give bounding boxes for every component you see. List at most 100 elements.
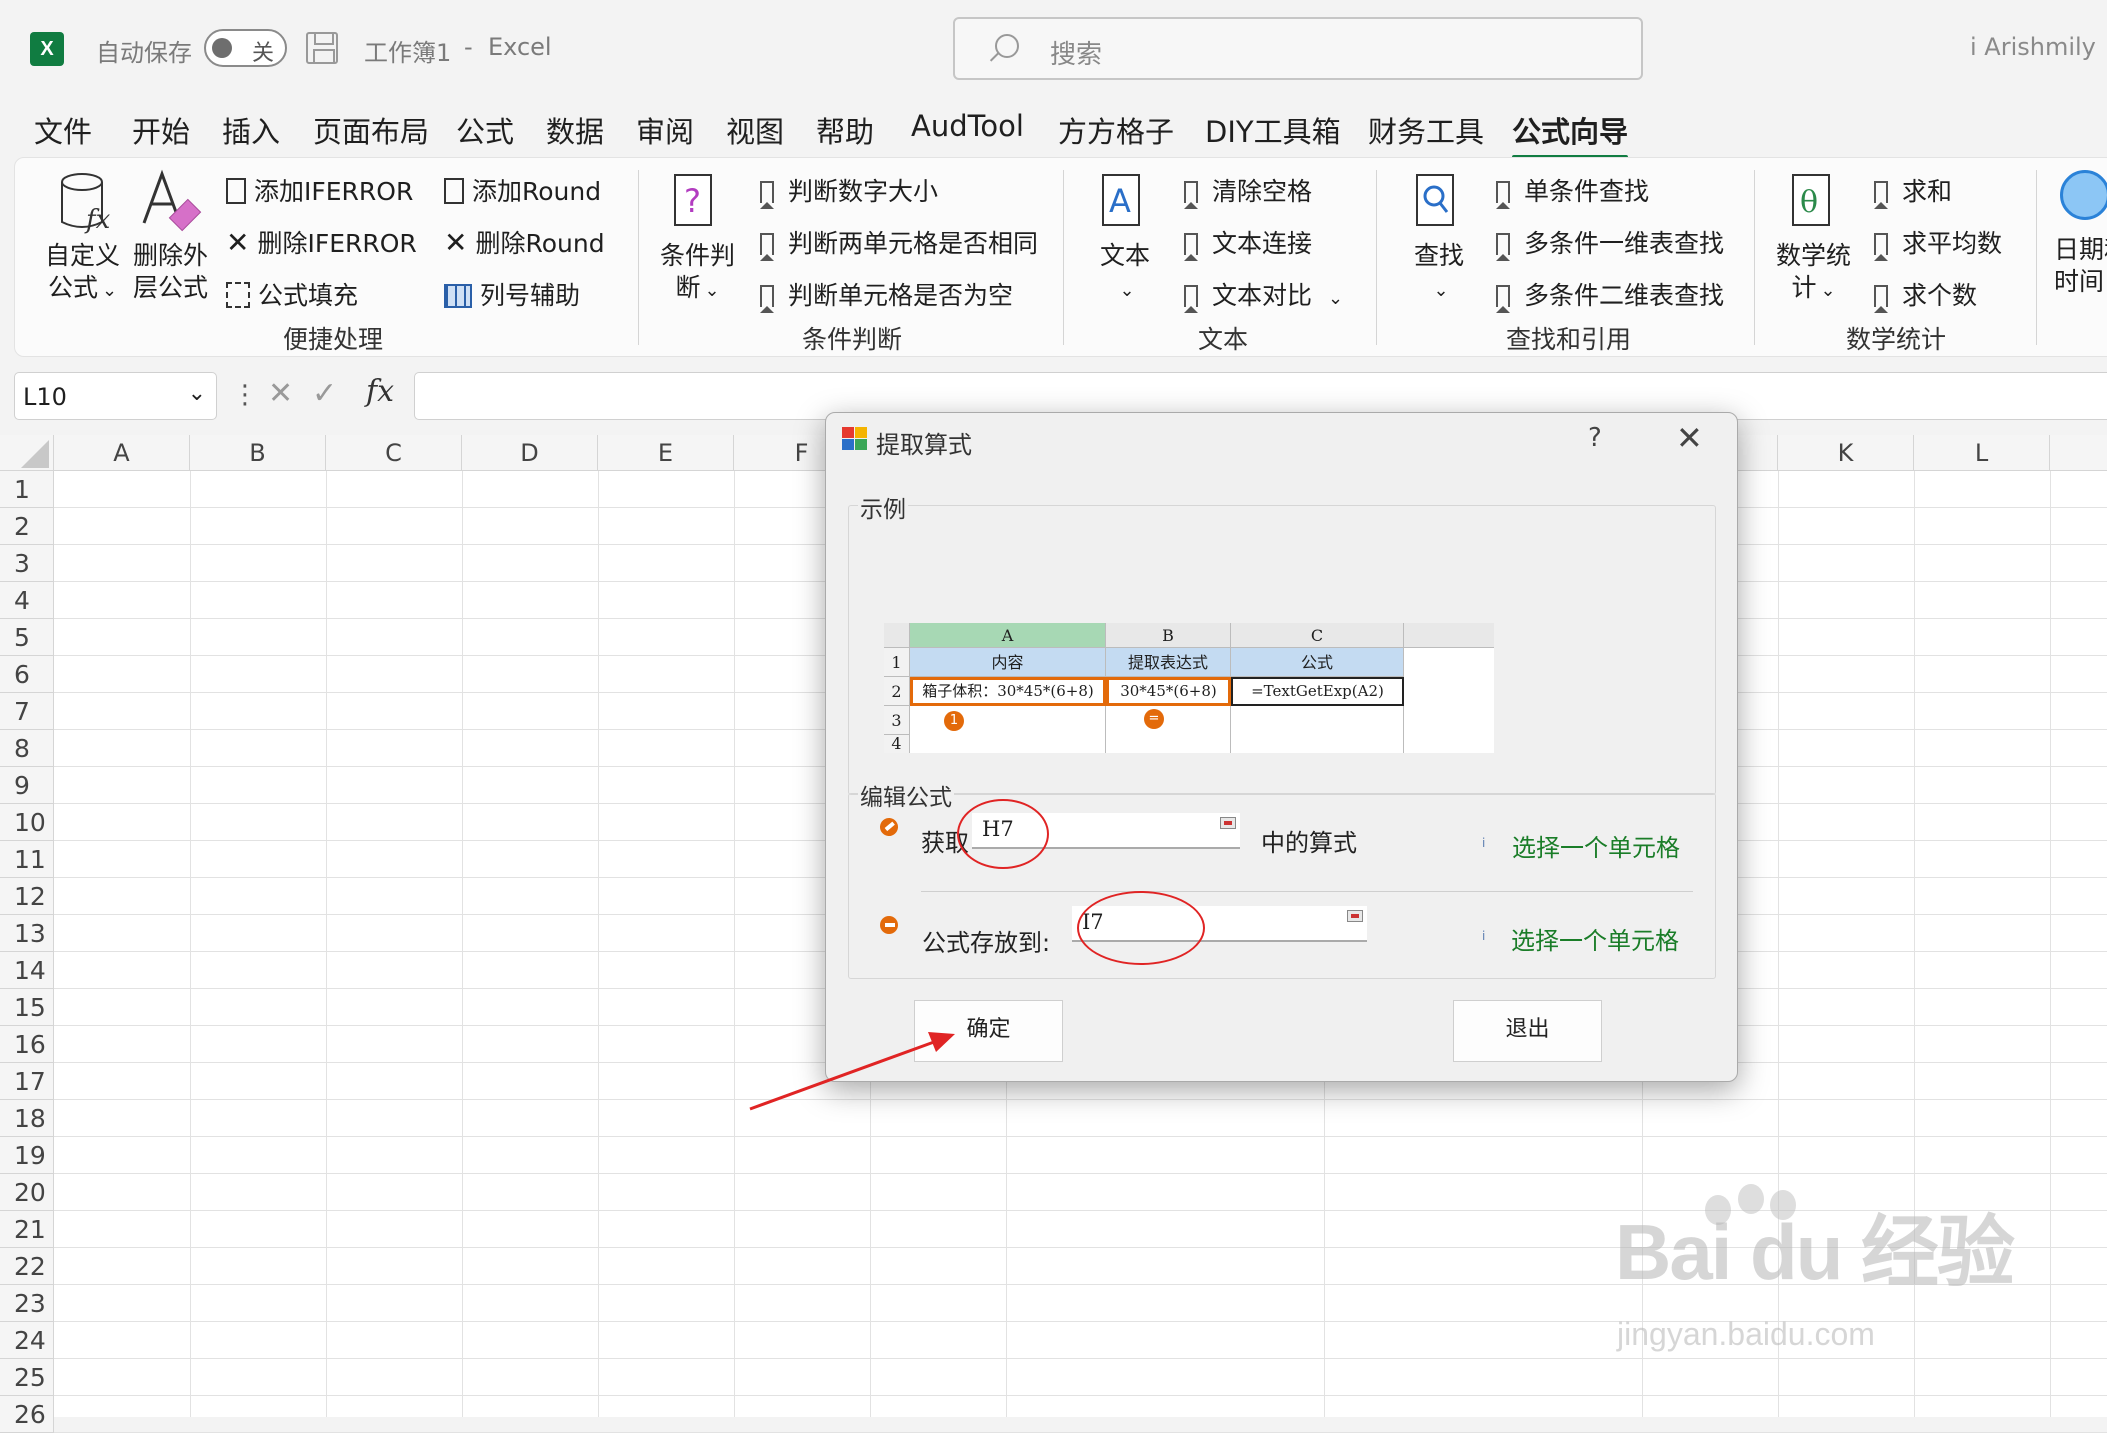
col-header-l[interactable]: L [1914,435,2050,471]
tab-finance[interactable]: 财务工具 [1368,109,1484,151]
col-header-d[interactable]: D [462,435,598,471]
custom-formula-button[interactable]: 自定义 公式 ⌄ [45,240,120,307]
cancel-icon[interactable]: ✕ [268,376,293,411]
tab-review[interactable]: 审阅 [636,109,694,151]
close-button[interactable]: ✕ [1676,419,1703,457]
text-button[interactable]: 文本 ⌄ [1100,240,1150,307]
cond-item-3[interactable]: 判断单元格是否为空 [760,276,1013,313]
name-box[interactable]: L10 ⌄ [14,372,217,420]
row-header[interactable]: 10 [0,804,54,841]
row-header[interactable]: 21 [0,1211,54,1248]
row-header[interactable]: 2 [0,508,54,545]
row-header[interactable]: 19 [0,1137,54,1174]
math-item-3[interactable]: 求个数 [1874,276,1977,313]
svg-text:fx: fx [84,205,111,235]
row-header[interactable]: 3 [0,545,54,582]
date-time-button[interactable]: 日期和时间 [2054,234,2107,298]
col-helper-label: 列号辅助 [480,281,581,310]
row-header[interactable]: 26 [0,1396,54,1433]
lookup-item-3[interactable]: 多条件二维表查找 [1496,276,1724,313]
row-header[interactable]: 1 [0,471,54,508]
row-header[interactable]: 4 [0,582,54,619]
row-header[interactable]: 9 [0,767,54,804]
title-separator: - [464,33,473,61]
del-iferror-button[interactable]: ✕ 删除IFERROR [226,224,417,260]
math-item-1[interactable]: 求和 [1874,172,1952,209]
select-cell-hint-1: 选择一个单元格 [1512,834,1680,862]
help-button[interactable]: ? [1588,423,1602,453]
exit-button[interactable]: 退出 [1453,1000,1602,1062]
search-box[interactable]: 搜索 [953,17,1643,80]
app-icon [842,427,868,451]
cond-item-1[interactable]: 判断数字大小 [760,172,938,209]
tab-audtool[interactable]: AudTool [911,109,1024,143]
save-icon[interactable] [306,32,338,64]
row-header[interactable]: 24 [0,1322,54,1359]
lookup-item-2[interactable]: 多条件一维表查找 [1496,224,1724,261]
row-header[interactable]: 13 [0,915,54,952]
autosave-label: 自动保存 [96,39,192,67]
tab-diy[interactable]: DIY工具箱 [1205,109,1341,151]
annotation-circle [1077,891,1205,965]
row-header[interactable]: 25 [0,1359,54,1396]
row-header[interactable]: 16 [0,1026,54,1063]
col-header-e[interactable]: E [598,435,734,471]
insert-function-icon[interactable]: fx [366,374,394,409]
col-header-k[interactable]: K [1778,435,1914,471]
excel-logo-icon: X [30,32,64,66]
tab-page-layout[interactable]: 页面布局 [313,109,429,151]
del-round-button[interactable]: ✕ 删除Round [444,224,605,260]
add-round-button[interactable]: 添加Round [444,172,601,208]
text-item-2[interactable]: 文本连接 [1184,224,1312,261]
tab-view[interactable]: 视图 [726,109,784,151]
row-header[interactable]: 7 [0,693,54,730]
tab-formula-wizard[interactable]: 公式向导 [1512,109,1629,159]
chevron-down-icon: ⌄ [1433,280,1449,301]
row-header[interactable]: 6 [0,656,54,693]
row-header[interactable]: 5 [0,619,54,656]
tab-data[interactable]: 数据 [546,109,604,151]
range-picker-icon[interactable] [1347,910,1363,922]
row-header[interactable]: 20 [0,1174,54,1211]
condition-button[interactable]: 条件判断 ⌄ [660,240,735,307]
lookup-item-1[interactable]: 单条件查找 [1496,172,1649,209]
cond-item-2[interactable]: 判断两单元格是否相同 [760,224,1038,261]
autosave-toggle[interactable]: 关 [204,29,287,67]
col-header-c[interactable]: C [326,435,462,471]
search-icon [995,34,1019,58]
lookup-button[interactable]: 查找 ⌄ [1414,240,1464,307]
row-header[interactable]: 15 [0,989,54,1026]
row-header[interactable]: 12 [0,878,54,915]
user-name[interactable]: i Arishmily [1970,33,2096,61]
search-placeholder: 搜索 [1050,40,1103,70]
ok-button[interactable]: 确定 [914,1000,1063,1062]
select-all-corner[interactable] [0,435,54,471]
row-header[interactable]: 18 [0,1100,54,1137]
text-item-3[interactable]: 文本对比 ⌄ [1184,276,1343,313]
row-header[interactable]: 17 [0,1063,54,1100]
add-iferror-button[interactable]: 添加IFERROR [226,172,413,208]
math-button[interactable]: 数学统计 ⌄ [1776,240,1851,307]
enter-icon[interactable]: ✓ [312,376,337,411]
row-header[interactable]: 23 [0,1285,54,1322]
range-picker-icon[interactable] [1220,817,1236,829]
tab-help[interactable]: 帮助 [816,109,874,151]
tab-fangfang[interactable]: 方方格子 [1058,109,1174,151]
tab-file[interactable]: 文件 [34,109,92,151]
row-header[interactable]: 11 [0,841,54,878]
row-header[interactable]: 14 [0,952,54,989]
col-helper-button[interactable]: 列号辅助 [444,276,580,312]
col-header-a[interactable]: A [54,435,190,471]
more-icon[interactable]: ⋮ [232,380,258,410]
tab-insert[interactable]: 插入 [222,109,280,151]
remove-outer-formula-button[interactable]: 删除外 层公式 [133,240,208,304]
fill-formula-button[interactable]: 公式填充 [226,276,358,312]
math-item-2[interactable]: 求平均数 [1874,224,2002,261]
tab-formulas[interactable]: 公式 [456,109,514,151]
tab-home[interactable]: 开始 [132,109,190,151]
col-header-b[interactable]: B [190,435,326,471]
chevron-down-icon[interactable]: ⌄ [188,381,206,406]
row-header[interactable]: 22 [0,1248,54,1285]
text-item-1[interactable]: 清除空格 [1184,172,1312,209]
row-header[interactable]: 8 [0,730,54,767]
